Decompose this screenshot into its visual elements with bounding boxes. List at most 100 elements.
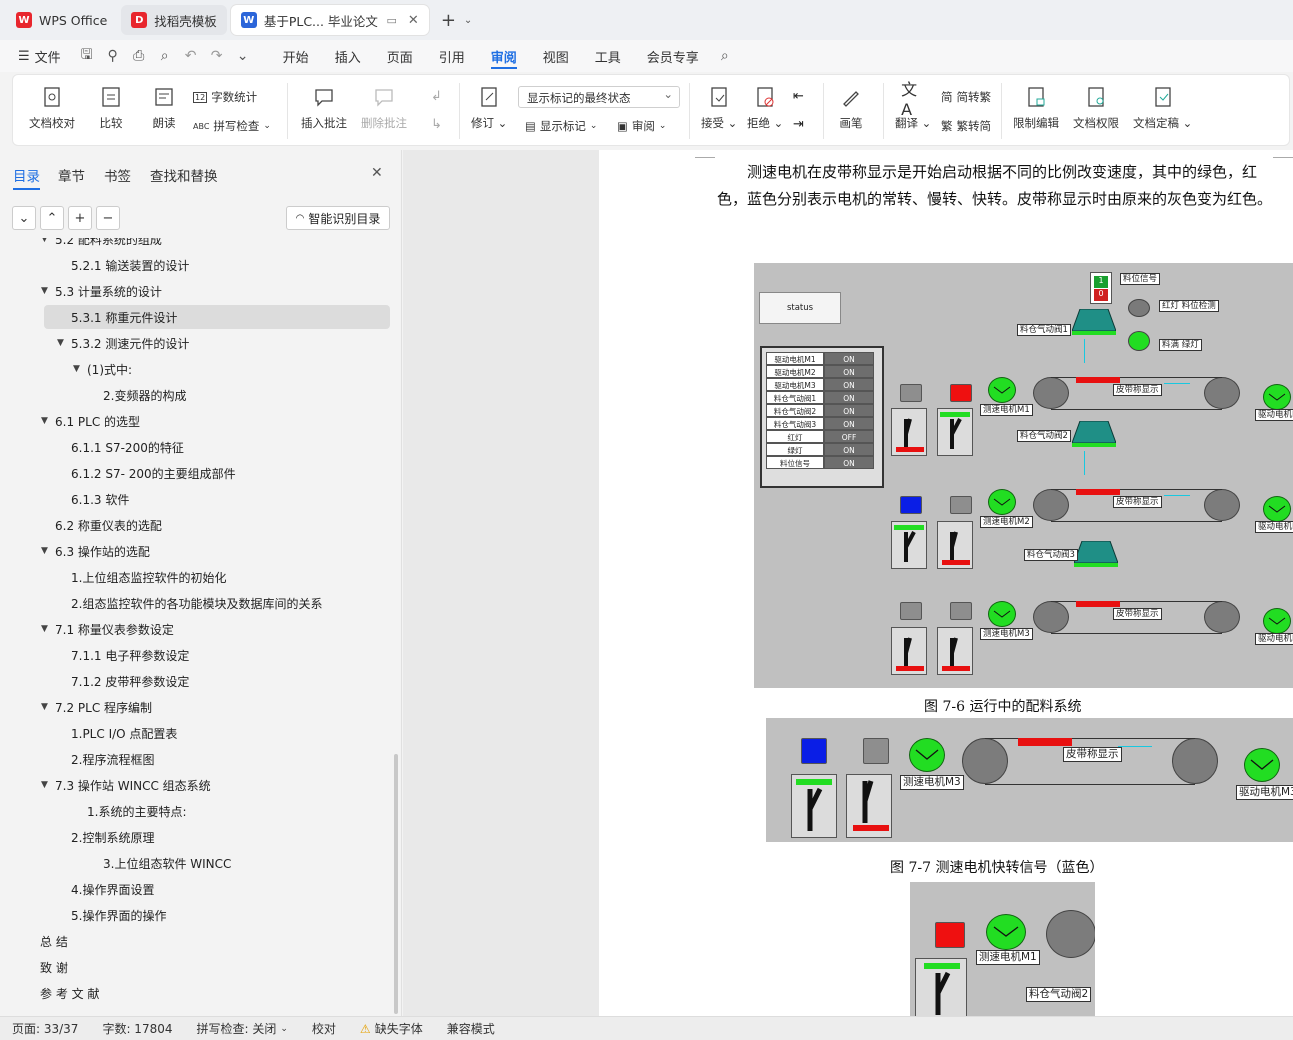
toc-item[interactable]: 2.控制系统原理 (0, 826, 390, 848)
toc-item[interactable]: 4.操作界面设置 (0, 878, 390, 900)
toc-item[interactable]: ▼ 7.2 PLC 程序编制 (0, 696, 390, 718)
toc-item[interactable]: 6.1.2 S7- 200的主要组成部件 (0, 462, 390, 484)
simp-to-trad-button[interactable]: 简简转繁 (941, 89, 991, 105)
spell-check-status[interactable]: 拼写检查: 关闭 ⌄ (185, 1020, 300, 1037)
close-tab-icon[interactable]: ✕ (408, 13, 419, 28)
nav-tab-toc[interactable]: 目录 (13, 165, 40, 190)
menu-home[interactable]: 开始 (270, 40, 322, 72)
toc-item[interactable]: 2.变频器的构成 (0, 384, 390, 406)
restore-window-icon[interactable]: ▭ (387, 14, 397, 27)
share-icon[interactable]: ⚲ (100, 40, 126, 72)
expand-chevron-icon[interactable]: ⌃ (40, 206, 64, 230)
file-menu[interactable]: ☰ 文件 (0, 40, 74, 72)
previous-change-icon[interactable]: ⇤ (793, 89, 804, 104)
toc-item[interactable]: 7.1.2 皮带秤参数设定 (0, 670, 390, 692)
toc-expand-arrow-icon[interactable]: ▼ (41, 780, 48, 790)
tab-list-chevron-icon[interactable]: ⌄ (464, 15, 472, 26)
read-aloud-button[interactable]: 朗读 (152, 85, 176, 131)
toc-item[interactable]: 2.程序流程框图 (0, 748, 390, 770)
figure-caption-1[interactable]: 图 7-6 运行中的配料系统 (924, 696, 1081, 716)
figure-caption-2[interactable]: 图 7-7 测速电机快转信号（蓝色） (890, 857, 1103, 877)
toc-item[interactable]: 5.3.1 称重元件设计 (0, 306, 390, 328)
toc-item[interactable]: ▼ 5.3.2 测速元件的设计 (0, 332, 390, 354)
track-changes-button[interactable]: 修订 ⌄ (471, 85, 507, 131)
undo-icon[interactable]: ↶ (178, 40, 204, 72)
trad-to-simp-button[interactable]: 繁繁转简 (941, 118, 991, 134)
pen-button[interactable]: 画笔 (839, 85, 863, 131)
toc-item[interactable]: 2.组态监控软件的各功能模块及数据库间的关系 (0, 592, 390, 614)
toc-item[interactable]: ▼ (1)式中: (0, 358, 390, 380)
compare-button[interactable]: 比较 (99, 85, 123, 131)
remove-heading-icon[interactable]: − (96, 206, 120, 230)
toc-item[interactable]: 1.PLC I/O 点配置表 (0, 722, 390, 744)
tab-wps-office[interactable]: W WPS Office (6, 5, 117, 35)
next-change-icon[interactable]: ⇥ (793, 117, 804, 132)
proof-status[interactable]: 校对 (300, 1020, 348, 1037)
next-comment-icon[interactable]: ↳ (431, 117, 442, 132)
previous-comment-icon[interactable]: ↲ (431, 89, 442, 104)
toc-expand-arrow-icon[interactable]: ▼ (41, 546, 48, 556)
toc-expand-arrow-icon[interactable]: ▼ (41, 416, 48, 426)
nav-tab-chapters[interactable]: 章节 (58, 165, 85, 185)
page-count[interactable]: 页面: 33/37 (0, 1020, 90, 1037)
toc-item[interactable]: 3.上位组态软件 WINCC (0, 852, 390, 874)
markup-state-select[interactable]: 显示标记的最终状态 (518, 86, 680, 108)
body-paragraph[interactable]: 测速电机在皮带称显示是开始启动根据不同的比例改变速度，其中的绿色，红色，蓝色分别… (717, 159, 1277, 213)
tab-document[interactable]: W 基于PLC... 毕业论文 ▭ ✕ (230, 5, 429, 35)
print-preview-icon[interactable]: ⌕ (152, 40, 178, 72)
quick-access-chevron-icon[interactable]: ⌄ (230, 40, 256, 72)
delete-comment-button[interactable]: 删除批注 (361, 85, 407, 131)
menu-tools[interactable]: 工具 (582, 40, 634, 72)
add-heading-icon[interactable]: + (68, 206, 92, 230)
missing-font-status[interactable]: ⚠ 缺失字体 (348, 1020, 435, 1037)
toc-expand-arrow-icon[interactable]: ▼ (57, 338, 64, 348)
toc-item[interactable]: ▼ 7.3 操作站 WINCC 组态系统 (0, 774, 390, 796)
nav-tab-bookmarks[interactable]: 书签 (104, 165, 131, 185)
translate-button[interactable]: 文A 翻译 ⌄ (895, 80, 931, 131)
menu-view[interactable]: 视图 (530, 40, 582, 72)
print-icon[interactable]: ⎙ (126, 40, 152, 72)
toc-expand-arrow-icon[interactable]: ▼ (41, 702, 48, 712)
nav-tab-find-replace[interactable]: 查找和替换 (150, 165, 218, 185)
tab-docer-templates[interactable]: D 找稻壳模板 (121, 5, 227, 35)
restrict-edit-button[interactable]: 限制编辑 (1013, 85, 1059, 131)
toc-expand-arrow-icon[interactable]: ▼ (73, 364, 80, 374)
toc-item[interactable]: 5.2.1 输送装置的设计 (0, 254, 390, 276)
toc-scrollbar[interactable] (394, 754, 398, 1014)
toc-item[interactable]: 6.1.1 S7-200的特征 (0, 436, 390, 458)
menu-review[interactable]: 审阅 (478, 40, 530, 72)
toc-item[interactable]: 6.1.3 软件 (0, 488, 390, 510)
toc-item[interactable]: 1.上位组态监控软件的初始化 (0, 566, 390, 588)
toc-item[interactable]: 致 谢 (0, 956, 390, 978)
review-pane-button[interactable]: ▣ 审阅 ⌄ (617, 118, 666, 134)
toc-item[interactable]: ▼ 5.3 计量系统的设计 (0, 280, 390, 302)
toc-item[interactable]: ▼ 6.1 PLC 的选型 (0, 410, 390, 432)
menu-references[interactable]: 引用 (426, 40, 478, 72)
toc-expand-arrow-icon[interactable]: ▼ (41, 238, 48, 244)
collapse-chevron-icon[interactable]: ⌄ (12, 206, 36, 230)
toc-item[interactable]: 6.2 称重仪表的选配 (0, 514, 390, 536)
save-icon[interactable]: 🖫 (74, 40, 100, 72)
toc-item[interactable]: 参 考 文 献 (0, 982, 390, 1004)
word-count-button[interactable]: 12 字数统计 (193, 89, 257, 105)
toc-item[interactable]: ▼ 5.2 配料系统的组成 (0, 238, 390, 250)
toc-expand-arrow-icon[interactable]: ▼ (41, 624, 48, 634)
toc-item[interactable]: 5.操作界面的操作 (0, 904, 390, 926)
close-panel-icon[interactable]: ✕ (371, 165, 383, 181)
redo-icon[interactable]: ↷ (204, 40, 230, 72)
new-tab-icon[interactable]: + (441, 10, 456, 31)
toc-item[interactable]: 1.系统的主要特点: (0, 800, 390, 822)
doc-permission-button[interactable]: 文档权限 (1073, 85, 1119, 131)
menu-page[interactable]: 页面 (374, 40, 426, 72)
word-count[interactable]: 字数: 17804 (90, 1020, 184, 1037)
show-markup-button[interactable]: ▤ 显示标记 ⌄ (525, 118, 597, 134)
toc-item[interactable]: ▼ 6.3 操作站的选配 (0, 540, 390, 562)
toc-item[interactable]: ▼ 7.1 称量仪表参数设定 (0, 618, 390, 640)
toc-item[interactable]: 7.1.1 电子秤参数设定 (0, 644, 390, 666)
menu-member[interactable]: 会员专享 (634, 40, 712, 72)
search-icon[interactable]: ⌕ (712, 40, 738, 72)
spell-check-button[interactable]: ABC 拼写检查 ⌄ (193, 118, 271, 134)
accept-button[interactable]: 接受 ⌄ (701, 85, 737, 131)
toc-item[interactable]: 总 结 (0, 930, 390, 952)
smart-toc-button[interactable]: ◠ 智能识别目录 (286, 206, 390, 230)
